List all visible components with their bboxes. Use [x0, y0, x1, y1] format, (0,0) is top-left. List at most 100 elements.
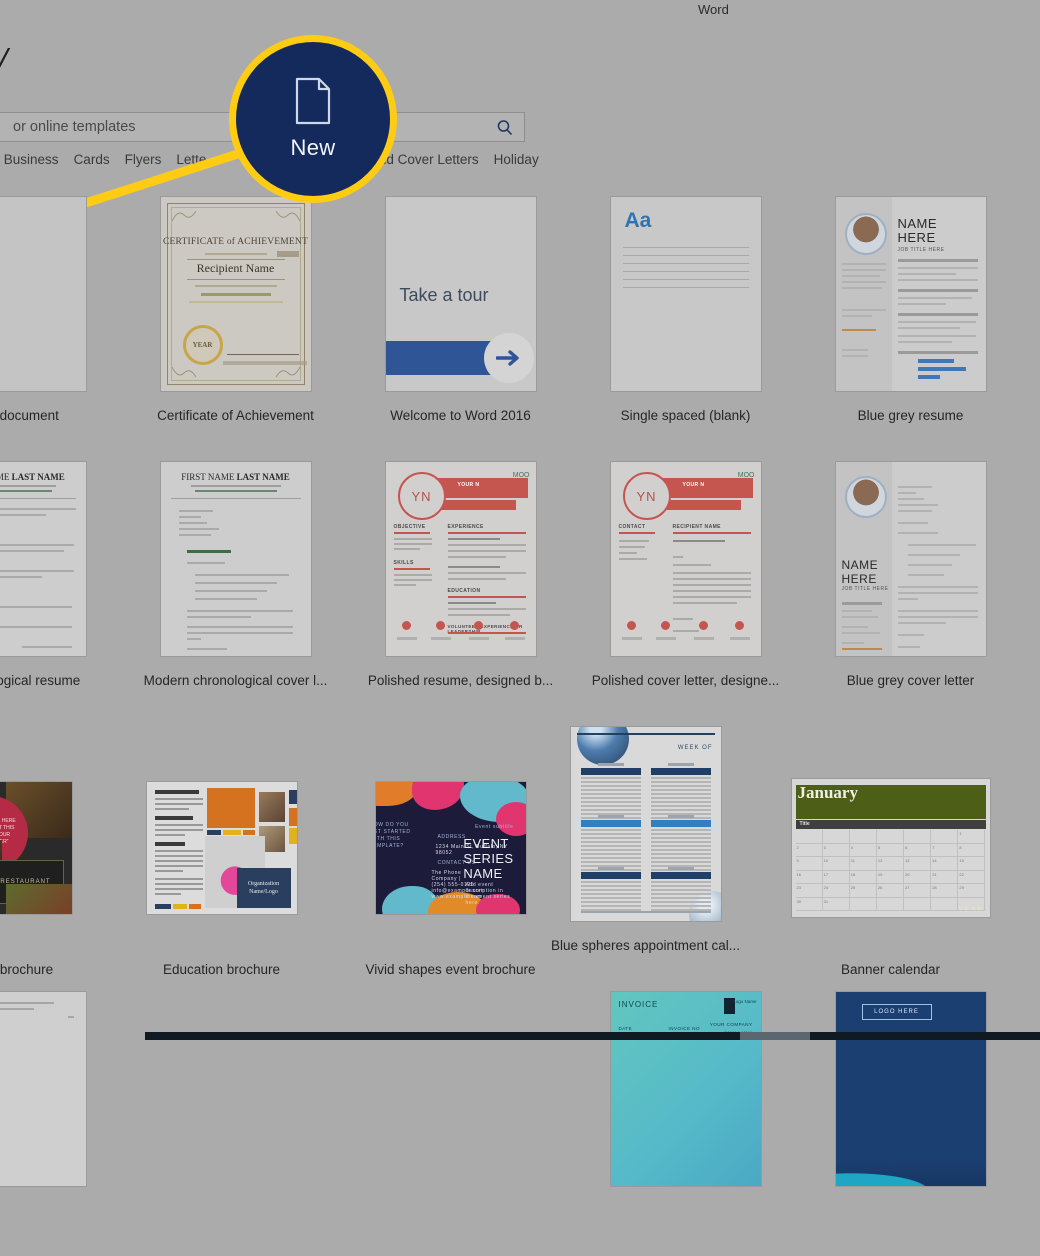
logo-placeholder: LOGO HERE — [861, 1004, 932, 1020]
resume-job-title: JOB TITLE HERE — [897, 247, 945, 253]
thumbnail-blue-grey-resume: NAME HERE JOB TITLE HERE — [834, 196, 987, 392]
tour-arrow-icon — [483, 333, 534, 383]
template-label: Polished cover letter, designe... — [591, 673, 780, 688]
calendar-week-of-label: WEEK OF — [677, 745, 713, 751]
vivid-title: EVENT SERIES NAME — [463, 836, 514, 881]
tour-headline: Take a tour — [399, 285, 489, 305]
certificate-seal: YEAR — [182, 325, 223, 365]
template-card-blue-spheres-appointment-calendar[interactable]: WEEK OF Blue spheres appointment cal... — [533, 726, 758, 991]
thumbnail-chronological-resume: FIRST NAME LAST NAME — [0, 461, 87, 657]
taskbar-segment[interactable] — [740, 1032, 810, 1040]
template-gallery: Blank document CERTIFICATE of ACHIEVEMEN… — [0, 196, 1040, 1256]
heading-fragment: / — [0, 36, 7, 89]
invoice-title: INVOICE — [618, 1000, 659, 1009]
new-label: New — [290, 135, 336, 160]
polished-your-name: YOUR N — [682, 482, 705, 488]
thumbnail-polished-cover-letter: YN MOO YOUR N CONTACT RECIPIENT NAME — [609, 461, 762, 657]
thumbnail-row4-document — [0, 991, 87, 1187]
calendar-month: January — [797, 783, 858, 802]
thumbnail-row4-invoice: INVOICE Logo Name DATE INVOICE NO YOUR C… — [609, 991, 762, 1187]
template-card-restaurant-brochure[interactable]: "PUT A QUOTE HERE TO HIGHLIGHT THIS ISSU… — [0, 750, 109, 1015]
template-card-modern-chronological-resume[interactable]: FIRST NAME LAST NAME n ch — [0, 461, 123, 726]
polished-your-name: YOUR N — [457, 482, 480, 488]
template-card-polished-resume[interactable]: YN MOO YOUR N OBJECTIVE SKILLS EXPERIENC… — [348, 461, 573, 726]
thumbnail-blue-grey-cover-letter: NAME HERE JOB TITLE HERE — [834, 461, 987, 657]
certificate-recipient: Recipient Name — [196, 261, 275, 275]
template-row-3: "PUT A QUOTE HERE TO HIGHLIGHT THIS ISSU… — [0, 726, 1040, 991]
education-org-label: Organization Name/Logo — [236, 868, 291, 908]
thumbnail-vivid-shapes: HOW DO YOU GET STARTED WITH THIS TEMPLAT… — [374, 781, 527, 915]
search-icon[interactable] — [495, 118, 515, 138]
template-card-row4-invoice[interactable]: INVOICE Logo Name DATE INVOICE NO YOUR C… — [573, 991, 798, 1256]
suggestion-flyers[interactable]: Flyers — [125, 152, 162, 167]
template-card-row4-document[interactable] — [0, 991, 123, 1256]
template-card-single-spaced-blank[interactable]: Aa Single spaced (blank) — [573, 196, 798, 461]
template-row-4: INVOICE Logo Name DATE INVOICE NO YOUR C… — [0, 991, 1040, 1256]
suggestion-letters[interactable]: Lette — [176, 152, 206, 167]
template-label: Blue grey resume — [857, 408, 964, 423]
invoice-date-label: DATE — [618, 1026, 633, 1031]
template-label: Blue grey cover letter — [846, 673, 975, 688]
avatar — [844, 213, 887, 255]
moo-brand: MOO — [512, 472, 530, 479]
template-card-vivid-shapes-event-brochure[interactable]: HOW DO YOU GET STARTED WITH THIS TEMPLAT… — [338, 750, 563, 1015]
template-card-welcome-to-word-2016[interactable]: Take a tour Welcome to Word 2016 — [348, 196, 573, 461]
template-card-certificate-of-achievement[interactable]: CERTIFICATE of ACHIEVEMENT Recipient Nam… — [123, 196, 348, 461]
thumbnail-education-brochure: Organization Name/Logo — [145, 781, 298, 915]
template-label: estaurant brochure — [0, 962, 54, 977]
thumbnail-appointment-calendar: WEEK OF — [569, 726, 722, 922]
template-card-blank-document[interactable]: Blank document — [0, 196, 123, 461]
avatar — [844, 476, 887, 518]
suggestion-cards[interactable]: Cards — [74, 152, 110, 167]
app-title: Word — [698, 2, 729, 17]
template-card-row4-logo[interactable]: LOGO HERE — [798, 991, 1023, 1256]
template-label: Education brochure — [162, 962, 281, 977]
single-spaced-sample: Aa — [624, 209, 652, 232]
template-label: Welcome to Word 2016 — [390, 408, 531, 423]
monogram: YN — [397, 472, 446, 520]
thumbnail-row4-logo: LOGO HERE — [834, 991, 987, 1187]
thumbnail-chronological-cover-letter: FIRST NAME LAST NAME — [159, 461, 312, 657]
thumbnail-single-spaced: Aa — [609, 196, 762, 392]
cover-job-title: JOB TITLE HERE — [841, 586, 889, 592]
resume-name: NAME HERE — [897, 216, 938, 245]
template-label: Single spaced (blank) — [620, 408, 751, 423]
search-placeholder: or online templates — [13, 119, 136, 135]
template-card-modern-chronological-cover-letter[interactable]: FIRST NAME LAST NAME Modern chronologica… — [123, 461, 348, 726]
certificate-title: CERTIFICATE of ACHIEVEMENT — [162, 237, 308, 247]
new-document-icon — [295, 77, 331, 125]
template-label: Banner calendar — [840, 962, 941, 977]
template-card-polished-cover-letter[interactable]: YN MOO YOUR N CONTACT RECIPIENT NAME Pol… — [573, 461, 798, 726]
vivid-address-label: ADDRESS — [437, 834, 466, 840]
invoice-logo-label: Logo Name — [733, 999, 757, 1004]
template-card-blue-grey-cover-letter[interactable]: NAME HERE JOB TITLE HERE Blue grey cover… — [798, 461, 1023, 726]
template-label: Modern chronological cover l... — [143, 673, 328, 688]
thumbnail-restaurant-brochure: "PUT A QUOTE HERE TO HIGHLIGHT THIS ISSU… — [0, 781, 73, 915]
template-row-1: Blank document CERTIFICATE of ACHIEVEMEN… — [0, 196, 1040, 461]
thumbnail-banner-calendar: January YEAR Title 1 2345678 9 10 11 12 13 14… — [790, 778, 991, 918]
template-card-education-brochure[interactable]: Organization Name/Logo Education brochur… — [109, 750, 334, 1015]
template-label: Vivid shapes event brochure — [365, 962, 536, 977]
template-label: Blue spheres appointment cal... — [550, 938, 741, 953]
invoice-number-label: INVOICE NO — [668, 1026, 701, 1031]
template-card-blue-grey-resume[interactable]: NAME HERE JOB TITLE HERE Blue grey resum… — [798, 196, 1023, 461]
thumbnail-take-a-tour: Take a tour — [384, 196, 537, 392]
suggestion-business[interactable]: Business — [4, 152, 59, 167]
monogram: YN — [622, 472, 671, 520]
taskbar[interactable] — [145, 1032, 1040, 1040]
suggestion-holiday[interactable]: Holiday — [494, 152, 539, 167]
thumbnail-blank-document — [0, 196, 87, 392]
template-label: Polished resume, designed b... — [367, 673, 554, 688]
cover-name: NAME HERE — [841, 558, 879, 586]
template-card-banner-calendar[interactable]: January YEAR Title 1 2345678 9 10 11 12 13 14… — [778, 750, 1003, 1015]
thumbnail-polished-resume: YN MOO YOUR N OBJECTIVE SKILLS EXPERIENC… — [384, 461, 537, 657]
vivid-intro: HOW DO YOU GET STARTED WITH THIS TEMPLAT… — [374, 822, 411, 849]
moo-brand: MOO — [737, 472, 755, 479]
template-row-2: FIRST NAME LAST NAME n ch — [0, 461, 1040, 726]
template-label: Certificate of Achievement — [157, 408, 314, 423]
new-highlight-callout[interactable]: New — [229, 35, 397, 203]
template-label: Blank document — [0, 408, 59, 423]
calendar-grid: 1 2345678 9 10 11 12 13 14 15 16 17 18 19 20 21 22 2… — [795, 830, 986, 911]
calendar-title-cell: Title — [799, 821, 810, 827]
template-label: n chronological resume — [0, 673, 81, 688]
